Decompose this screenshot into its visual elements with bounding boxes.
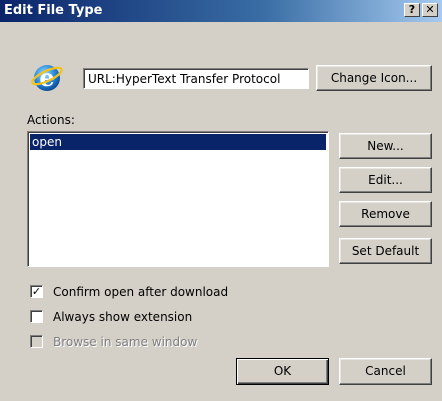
always-show-extension-label[interactable]: Always show extension [53,309,192,325]
new-button[interactable]: New... [339,133,432,159]
title-bar[interactable]: Edit File Type ? ✕ [0,0,442,22]
change-icon-button[interactable]: Change Icon... [316,65,432,91]
set-default-button[interactable]: Set Default [339,238,432,264]
actions-label: Actions: [27,113,75,127]
description-field[interactable]: URL:HyperText Transfer Protocol [83,68,309,89]
svg-text:e: e [39,63,54,92]
window-title: Edit File Type [4,3,103,18]
remove-button[interactable]: Remove [339,201,432,227]
close-button[interactable]: ✕ [422,3,438,17]
help-button[interactable]: ? [404,3,420,17]
always-show-extension-checkbox[interactable] [30,310,43,323]
ok-button[interactable]: OK [236,358,329,385]
edit-button[interactable]: Edit... [339,167,432,193]
cancel-button[interactable]: Cancel [339,358,432,385]
confirm-open-checkbox[interactable]: ✓ [30,285,43,298]
description-text: URL:HyperText Transfer Protocol [88,72,281,86]
list-item[interactable]: open [30,134,326,150]
internet-explorer-icon: e [30,60,64,94]
confirm-open-label[interactable]: Confirm open after download [53,284,228,300]
actions-list[interactable]: open [27,131,329,267]
list-item-label: open [32,135,62,149]
browse-same-window-label: Browse in same window [53,335,198,349]
browse-same-window-checkbox [30,335,43,348]
